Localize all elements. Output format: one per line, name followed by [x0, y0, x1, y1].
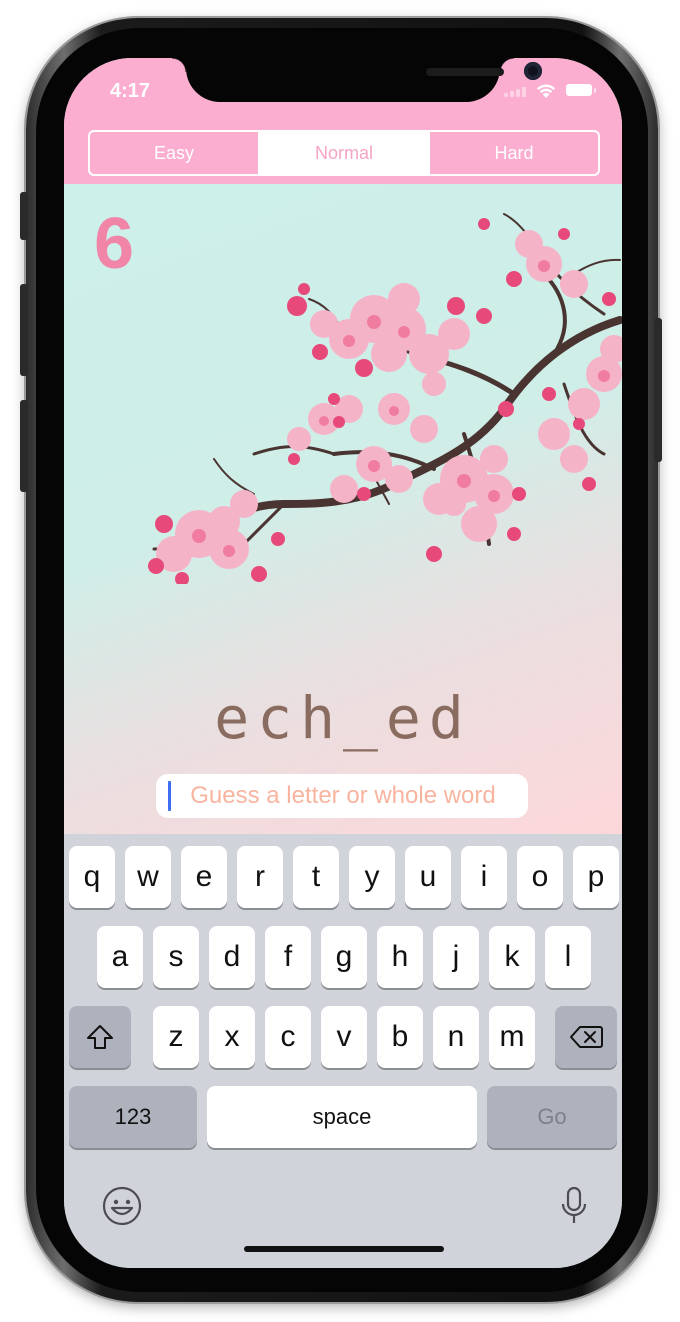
microphone-icon: [561, 1186, 587, 1223]
key-d[interactable]: d: [209, 926, 255, 988]
key-l[interactable]: l: [545, 926, 591, 988]
emoji-button[interactable]: [100, 1184, 144, 1228]
segment-hard[interactable]: Hard: [428, 132, 598, 174]
delete-key[interactable]: [555, 1006, 617, 1068]
guess-input[interactable]: [156, 774, 528, 818]
cherry-blossom-illustration: [148, 213, 622, 584]
segment-normal[interactable]: Normal: [258, 132, 428, 174]
key-u[interactable]: u: [405, 846, 451, 908]
notch: [172, 58, 542, 102]
cellular-signal-icon: [504, 83, 526, 97]
key-x[interactable]: x: [209, 1006, 255, 1068]
key-q[interactable]: q: [69, 846, 115, 908]
key-a[interactable]: a: [97, 926, 143, 988]
key-g[interactable]: g: [321, 926, 367, 988]
key-f[interactable]: f: [265, 926, 311, 988]
key-s[interactable]: s: [153, 926, 199, 988]
key-m[interactable]: m: [489, 1006, 535, 1068]
lives-counter: 6: [94, 204, 135, 284]
wifi-icon: [536, 84, 556, 98]
key-e[interactable]: e: [181, 846, 227, 908]
key-w[interactable]: w: [125, 846, 171, 908]
text-cursor: [168, 781, 171, 811]
key-j[interactable]: j: [433, 926, 479, 988]
front-camera: [524, 62, 542, 80]
key-t[interactable]: t: [293, 846, 339, 908]
key-r[interactable]: r: [237, 846, 283, 908]
shift-icon: [87, 1025, 113, 1049]
power-button: [654, 318, 662, 462]
key-h[interactable]: h: [377, 926, 423, 988]
dictation-button[interactable]: [552, 1184, 596, 1228]
speaker-grille: [426, 68, 504, 76]
masked-word: ech_ed: [214, 684, 472, 752]
key-k[interactable]: k: [489, 926, 535, 988]
game-area: 6 ech_ed Guess a letter or whole word: [64, 184, 622, 834]
key-c[interactable]: c: [265, 1006, 311, 1068]
battery-icon: [566, 84, 596, 96]
key-o[interactable]: o: [517, 846, 563, 908]
numbers-key[interactable]: 123: [69, 1086, 197, 1148]
silent-switch: [20, 192, 28, 240]
key-y[interactable]: y: [349, 846, 395, 908]
emoji-icon: [102, 1186, 142, 1226]
key-n[interactable]: n: [433, 1006, 479, 1068]
difficulty-segmented-control: Easy Normal Hard: [88, 130, 600, 176]
volume-down-button: [20, 400, 28, 492]
screen: 4:17 Easy Normal Hard 6 ech_ed Guess a l…: [64, 58, 622, 1268]
key-i[interactable]: i: [461, 846, 507, 908]
home-indicator[interactable]: [244, 1246, 444, 1252]
delete-icon: [570, 1026, 603, 1048]
segment-easy[interactable]: Easy: [90, 132, 258, 174]
keyboard: q w e r t y u i o p a s d f g h j k l z …: [64, 834, 622, 1268]
status-icons: [504, 80, 596, 100]
volume-up-button: [20, 284, 28, 376]
key-v[interactable]: v: [321, 1006, 367, 1068]
key-b[interactable]: b: [377, 1006, 423, 1068]
key-z[interactable]: z: [153, 1006, 199, 1068]
status-time: 4:17: [110, 80, 151, 102]
space-key[interactable]: space: [207, 1086, 477, 1148]
key-p[interactable]: p: [573, 846, 619, 908]
go-key[interactable]: Go: [487, 1086, 617, 1148]
shift-key[interactable]: [69, 1006, 131, 1068]
